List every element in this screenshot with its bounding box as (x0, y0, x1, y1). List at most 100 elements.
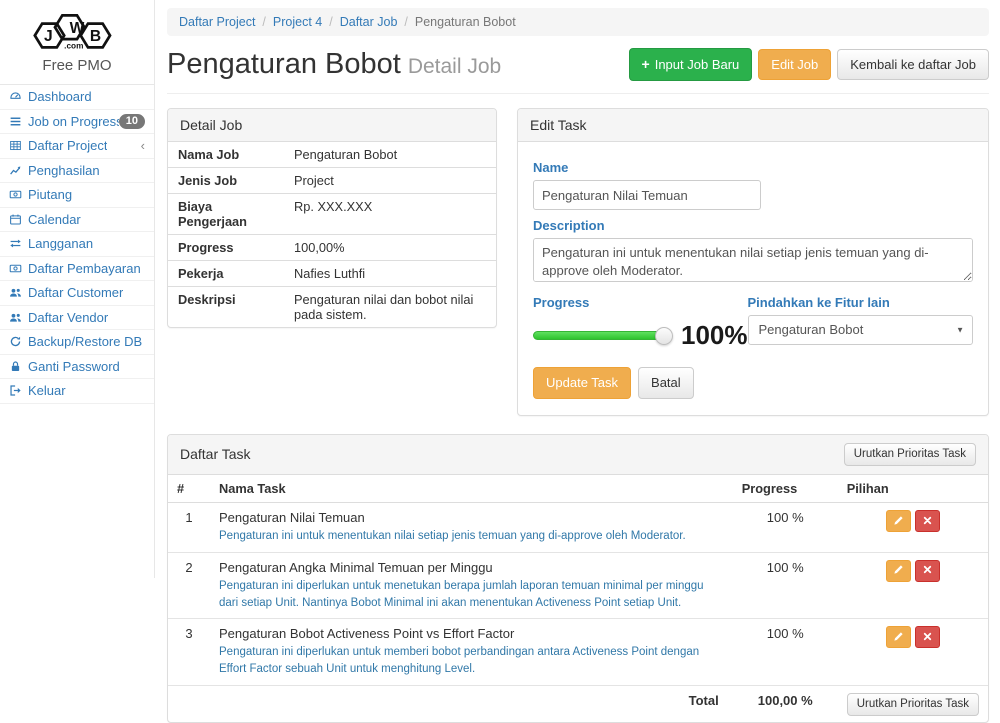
sidebar: W J B .com Free PMO Dashboard Job on Pro… (0, 0, 155, 578)
table-row: Progress 100,00% (168, 235, 496, 261)
plus-icon (642, 56, 650, 73)
task-table: # Nama Task Progress Pilihan 1 Pengatura… (168, 475, 988, 722)
pencil-icon (893, 630, 904, 645)
sidebar-item-backup-restore-db[interactable]: Backup/Restore DB (0, 330, 154, 355)
chevron-left-icon: ‹ (141, 138, 145, 153)
input-job-baru-button[interactable]: Input Job Baru (629, 48, 753, 81)
pencil-icon (893, 514, 904, 529)
users-icon (9, 286, 28, 299)
brand-name: Free PMO (0, 57, 154, 74)
table-row: Deskripsi Pengaturan nilai dan bobot nil… (168, 287, 496, 327)
delete-task-row-button[interactable] (915, 510, 940, 532)
page-title: Pengaturan Bobot (167, 48, 401, 80)
sidebar-item-job-on-progress[interactable]: Job on Progress 10 (0, 110, 154, 135)
breadcrumb: Daftar ProjectProject 4Daftar JobPengatu… (167, 8, 989, 36)
sidebar-item-piutang[interactable]: Piutang (0, 183, 154, 208)
close-icon (922, 630, 933, 645)
task-name: Pengaturan Nilai Temuan (219, 510, 724, 525)
kembali-ke-daftar-job-button[interactable]: Kembali ke daftar Job (837, 49, 989, 81)
delete-task-row-button[interactable] (915, 626, 940, 648)
main-content: Daftar Project Project 4 Daftar Job Pengatu… (156, 0, 1000, 723)
task-name-input[interactable] (533, 180, 761, 210)
task-progress: 100 % (733, 619, 838, 686)
batal-button[interactable]: Batal (638, 367, 694, 399)
task-description: Pengaturan ini diperlukan untuk menetuka… (219, 578, 724, 613)
task-description: Pengaturan ini diperlukan untuk memberi … (219, 644, 724, 679)
edit-job-button[interactable]: Edit Job (758, 49, 831, 81)
daftar-task-panel-title: Daftar Task (180, 446, 251, 462)
move-feature-label: Pindahkan ke Fitur lain (748, 295, 974, 310)
task-actions (886, 510, 940, 532)
page-title-group: Pengaturan Bobot Detail Job (167, 48, 501, 81)
delete-task-row-button[interactable] (915, 560, 940, 582)
edit-task-row-button[interactable] (886, 626, 911, 648)
task-name: Pengaturan Angka Minimal Temuan per Ming… (219, 560, 724, 575)
users-icon (9, 311, 28, 324)
edit-task-row-button[interactable] (886, 510, 911, 532)
sidebar-item-daftar-pembayaran[interactable]: Daftar Pembayaran (0, 257, 154, 282)
sign-out-icon (9, 384, 28, 397)
daftar-task-panel: Daftar Task Urutkan Prioritas Task # Nam… (167, 434, 989, 723)
column-header-nama-task: Nama Task (210, 475, 733, 503)
tasks-icon (9, 115, 28, 128)
breadcrumb-link-project-4[interactable]: Project 4 (273, 15, 322, 29)
sidebar-item-ganti-password[interactable]: Ganti Password (0, 355, 154, 380)
column-header-pilihan: Pilihan (838, 475, 988, 503)
urutkan-prioritas-task-button-bottom[interactable]: Urutkan Prioritas Task (847, 693, 979, 717)
money-icon (9, 262, 28, 275)
breadcrumb-link-daftar-job[interactable]: Daftar Job (340, 15, 398, 29)
table-row: 3 Pengaturan Bobot Activeness Point vs E… (168, 619, 988, 686)
app-logo: W J B .com Free PMO (0, 0, 154, 85)
total-label: Total (210, 685, 733, 722)
detail-job-table: Nama Job Pengaturan Bobot Jenis Job Proj… (168, 142, 496, 327)
breadcrumb-separator (255, 15, 272, 29)
progress-slider-handle[interactable] (655, 327, 673, 345)
breadcrumb-link-daftar-project[interactable]: Daftar Project (179, 15, 255, 29)
calendar-icon (9, 213, 28, 226)
update-task-button[interactable]: Update Task (533, 367, 631, 399)
header-buttons: Input Job Baru Edit Job Kembali ke dafta… (629, 48, 989, 81)
edit-task-buttons: Update Task Batal (533, 367, 973, 399)
progress-slider-fill (534, 332, 664, 339)
sidebar-nav: Dashboard Job on Progress 10 Daftar Proj… (0, 85, 154, 404)
edit-task-panel-title: Edit Task (518, 109, 988, 142)
progress-slider-line: 100% (533, 320, 748, 351)
move-column: Pindahkan ke Fitur lain Pengaturan Bobot (748, 287, 974, 351)
detail-job-panel: Detail Job Nama Job Pengaturan Bobot Jen… (167, 108, 497, 328)
job-count-badge: 10 (119, 114, 145, 129)
progress-move-row: Progress 100% Pindahkan ke Fitur lain (533, 287, 973, 351)
table-icon (9, 139, 28, 152)
table-row: Biaya Pengerjaan Rp. XXX.XXX (168, 194, 496, 235)
sidebar-item-calendar[interactable]: Calendar (0, 208, 154, 233)
refresh-icon (9, 335, 28, 348)
task-description-textarea[interactable]: Pengaturan ini untuk menentukan nilai se… (533, 238, 973, 282)
svg-text:J: J (44, 28, 53, 45)
sidebar-item-daftar-customer[interactable]: Daftar Customer (0, 281, 154, 306)
daftar-task-panel-heading: Daftar Task Urutkan Prioritas Task (168, 435, 988, 476)
task-progress: 100 % (733, 552, 838, 619)
sidebar-item-dashboard[interactable]: Dashboard (0, 85, 154, 110)
total-value: 100,00 % (733, 685, 838, 722)
table-row: Pekerja Nafies Luthfi (168, 261, 496, 287)
sidebar-item-daftar-project[interactable]: Daftar Project ‹ (0, 134, 154, 159)
money-icon (9, 188, 28, 201)
progress-column: Progress 100% (533, 287, 748, 351)
page-subtitle: Detail Job (408, 55, 501, 78)
edit-task-panel: Edit Task Name Description Pengaturan in… (517, 108, 989, 416)
task-table-footer-row: Total 100,00 % Urutkan Prioritas Task (168, 685, 988, 722)
edit-task-row-button[interactable] (886, 560, 911, 582)
svg-text:.com: .com (64, 41, 83, 50)
progress-slider[interactable] (533, 331, 665, 340)
move-feature-select[interactable]: Pengaturan Bobot (748, 315, 974, 345)
task-progress: 100 % (733, 503, 838, 552)
svg-text:B: B (90, 28, 101, 45)
edit-task-form: Name Description Pengaturan ini untuk me… (518, 142, 988, 415)
sidebar-item-penghasilan[interactable]: Penghasilan (0, 159, 154, 184)
sidebar-item-langganan[interactable]: Langganan (0, 232, 154, 257)
sidebar-item-daftar-vendor[interactable]: Daftar Vendor (0, 306, 154, 331)
close-icon (922, 514, 933, 529)
urutkan-prioritas-task-button-top[interactable]: Urutkan Prioritas Task (844, 443, 976, 467)
close-icon (922, 563, 933, 578)
task-actions (886, 626, 940, 648)
sidebar-item-keluar[interactable]: Keluar (0, 379, 154, 404)
